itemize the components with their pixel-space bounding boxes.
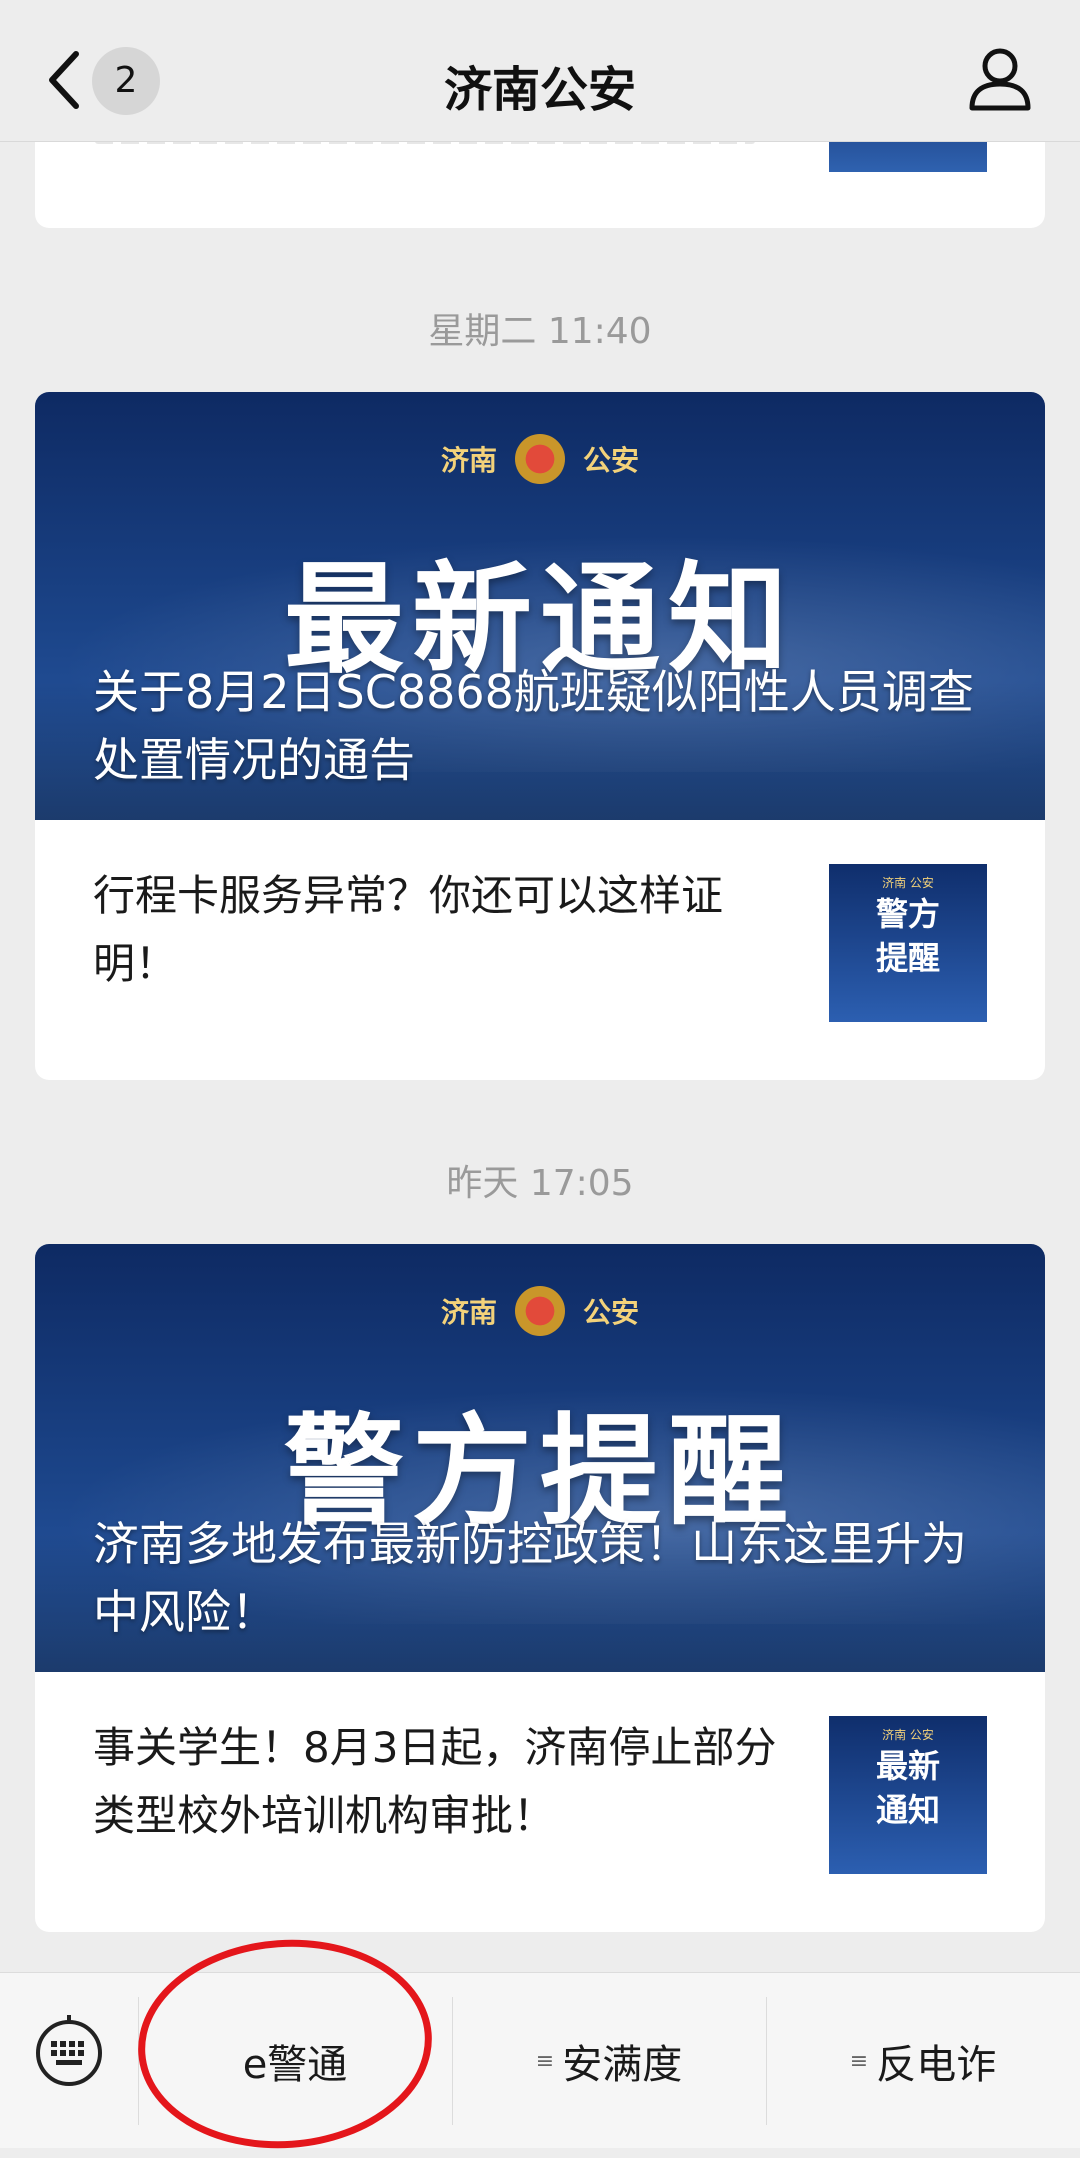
article-card-partial[interactable] [35,142,1045,228]
message-timestamp: 星期二 11:40 [428,311,652,352]
submenu-indicator-icon: ≡ [535,2048,555,2074]
main-article-banner[interactable]: 济南 公安 最新通知 关于8月2日SC8868航班疑似阳性人员调查处置情况的通告 [35,392,1045,820]
partial-article-text [95,142,755,144]
article-title: 行程卡服务异常？你还可以这样证明！ [93,871,724,988]
nav-header: 2 济南公安 [0,0,1080,142]
partial-article-thumbnail [829,142,987,172]
article-card: 济南 公安 警方提醒 济南多地发布最新防控政策！山东这里升为中风险！ 事关学生！8… [35,1244,1045,1932]
banner-brand: 济南 公安 [35,434,1045,484]
main-article-title: 济南多地发布最新防控政策！山东这里升为中风险！ [93,1517,967,1639]
article-card: 济南 公安 最新通知 关于8月2日SC8868航班疑似阳性人员调查处置情况的通告 … [35,392,1045,1080]
keyboard-toggle-button[interactable] [34,2011,104,2087]
article-title: 事关学生！8月3日起，济南停止部分类型校外培训机构审批！ [93,1723,777,1840]
article-list-item[interactable]: 事关学生！8月3日起，济南停止部分类型校外培训机构审批！ 济南 公安 最新 通知 [35,1672,1045,1932]
police-emblem-icon [515,434,565,484]
banner-brand: 济南 公安 [35,1286,1045,1336]
menu-e-jingtong[interactable]: e警通 [138,1973,452,2149]
article-thumbnail: 济南 公安 警方 提醒 [829,864,987,1022]
menu-an-man-du[interactable]: ≡ 安满度 [452,1973,766,2149]
menu-fan-dian-zha[interactable]: ≡ 反电诈 [766,1973,1080,2149]
profile-button[interactable] [960,40,1040,120]
submenu-indicator-icon: ≡ [849,2048,869,2074]
page-title: 济南公安 [443,62,636,118]
person-icon [969,48,1031,111]
police-emblem-icon [515,1286,565,1336]
main-article-title: 关于8月2日SC8868航班疑似阳性人员调查处置情况的通告 [93,665,974,787]
article-thumbnail: 济南 公安 最新 通知 [829,1716,987,1874]
bottom-menu-bar: e警通 ≡ 安满度 ≡ 反电诈 [0,1972,1080,2148]
message-timestamp: 昨天 17:05 [446,1163,634,1204]
message-feed[interactable]: 星期二 11:40 济南 公安 最新通知 关于8月2日SC8868航班疑似阳性人员… [0,142,1080,1972]
main-article-banner[interactable]: 济南 公安 警方提醒 济南多地发布最新防控政策！山东这里升为中风险！ [35,1244,1045,1672]
article-list-item[interactable]: 行程卡服务异常？你还可以这样证明！ 济南 公安 警方 提醒 [35,820,1045,1080]
keyboard-icon [36,2015,102,2086]
